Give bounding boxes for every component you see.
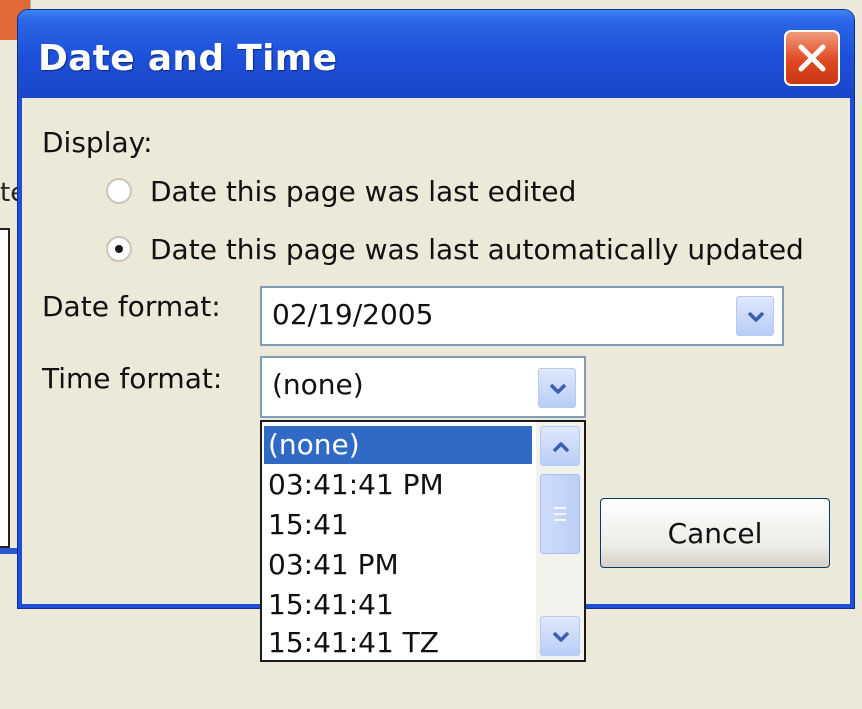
radio-last-edited-label[interactable]: Date this page was last edited (150, 175, 576, 208)
radio-last-updated-label[interactable]: Date this page was last automatically up… (150, 233, 804, 266)
time-format-dropdown-list[interactable]: (none) 03:41:41 PM 15:41 03:41 PM 15:41:… (260, 420, 586, 662)
scroll-down-button[interactable] (540, 616, 580, 656)
time-format-option[interactable]: 03:41:41 PM (264, 466, 532, 504)
time-format-option[interactable]: 15:41 (264, 506, 532, 544)
chevron-down-icon (552, 631, 570, 642)
time-format-option[interactable]: 15:41:41 TZ (264, 624, 532, 660)
display-label: Display: (42, 126, 153, 159)
date-format-value: 02/19/2005 (272, 298, 434, 331)
time-format-value: (none) (272, 368, 364, 401)
scroll-thumb[interactable] (540, 474, 580, 554)
title-bar[interactable]: Date and Time (18, 10, 854, 98)
time-format-option[interactable]: 03:41 PM (264, 546, 532, 584)
radio-last-edited[interactable] (106, 178, 132, 204)
time-format-option[interactable]: (none) (264, 426, 532, 464)
background-frame (0, 228, 10, 548)
scroll-up-button[interactable] (540, 426, 580, 466)
close-x-icon (798, 44, 826, 72)
date-format-select[interactable]: 02/19/2005 (260, 286, 784, 346)
close-button[interactable] (784, 30, 840, 86)
cancel-button[interactable]: Cancel (600, 498, 830, 568)
list-scrollbar[interactable] (536, 422, 584, 660)
chevron-up-icon (552, 442, 570, 453)
time-format-label: Time format: (42, 362, 223, 395)
chevron-down-icon (549, 383, 567, 394)
dialog-title: Date and Time (38, 38, 338, 79)
time-format-dropdown-button[interactable] (538, 368, 576, 408)
date-format-label: Date format: (42, 290, 221, 323)
date-format-dropdown-button[interactable] (736, 296, 774, 336)
chevron-down-icon (747, 311, 765, 322)
time-format-option[interactable]: 15:41:41 (264, 586, 532, 624)
radio-last-updated[interactable] (106, 236, 132, 262)
time-format-select[interactable]: (none) (260, 356, 586, 418)
